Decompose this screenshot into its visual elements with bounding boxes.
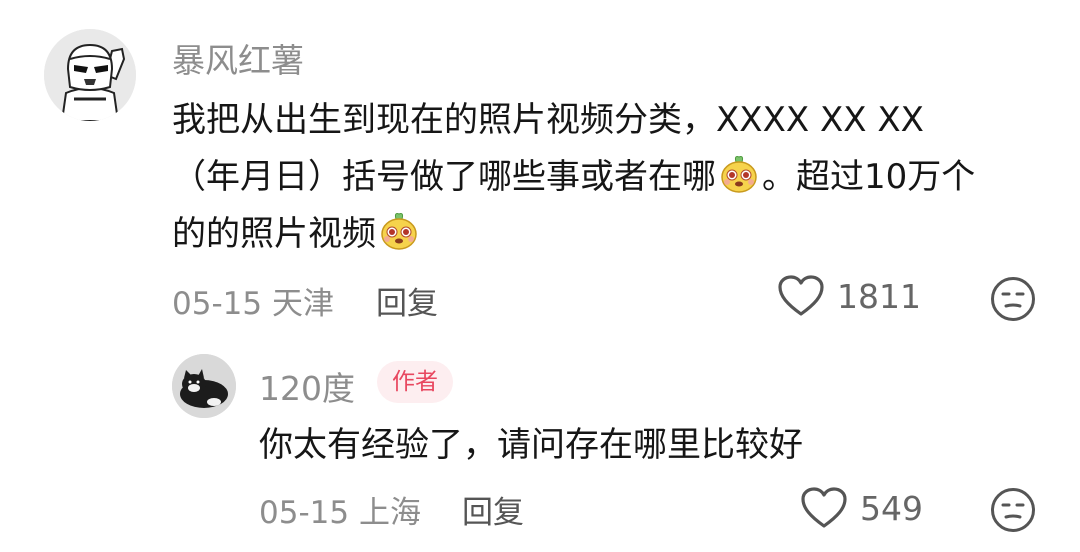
reply-text: 你太有经验了，请问存在哪里比较好 — [259, 425, 803, 465]
comment-username[interactable]: 暴风红薯 — [172, 34, 304, 82]
heart-outline-icon — [801, 487, 847, 528]
comment-line-2-start: （年月日）括号做了哪些事或者在哪 — [172, 157, 716, 197]
cat-avatar-icon — [172, 354, 236, 418]
reply-meta: 05-15 上海 — [259, 487, 421, 532]
reply-username[interactable]: 120度 — [259, 362, 355, 410]
pineapple-face-emoji-icon — [381, 213, 417, 250]
reply-reply-button[interactable]: 回复 — [462, 487, 524, 532]
user-avatar-stormtrooper[interactable] — [44, 29, 136, 121]
like-count: 1811 — [837, 276, 921, 316]
reply-like-button[interactable]: 549 — [800, 486, 923, 530]
comment-location: 天津 — [271, 286, 334, 322]
stormtrooper-avatar-icon — [44, 29, 136, 121]
reply-date: 05-15 — [259, 495, 350, 531]
pineapple-face-emoji-icon — [721, 156, 757, 193]
meh-face-icon — [991, 488, 1035, 532]
reply-like-count: 549 — [860, 488, 923, 528]
comment-line-3: 的的照片视频 — [172, 206, 1042, 263]
reply-dislike-button[interactable] — [990, 487, 1036, 533]
comment-line-1: 我把从出生到现在的照片视频分类，XXXX XX XX — [172, 100, 924, 140]
comment-line-3-start: 的的照片视频 — [172, 214, 376, 254]
author-badge: 作者 — [377, 361, 453, 403]
heart-outline-icon — [778, 275, 824, 316]
dislike-button[interactable] — [990, 276, 1036, 322]
comment-line-2: （年月日）括号做了哪些事或者在哪 。超过10万个 — [172, 149, 1042, 206]
comment-line-2-end: 。超过10万个 — [762, 157, 976, 197]
meh-face-icon — [991, 277, 1035, 321]
comment-meta: 05-15 天津 — [172, 278, 334, 323]
reply-user-avatar[interactable] — [172, 354, 236, 418]
like-button[interactable]: 1811 — [777, 274, 921, 318]
reply-location: 上海 — [358, 495, 421, 531]
comment-text: 我把从出生到现在的照片视频分类，XXXX XX XX （年月日）括号做了哪些事或… — [172, 92, 1042, 263]
comment-date: 05-15 — [172, 286, 263, 322]
reply-button[interactable]: 回复 — [376, 278, 438, 323]
